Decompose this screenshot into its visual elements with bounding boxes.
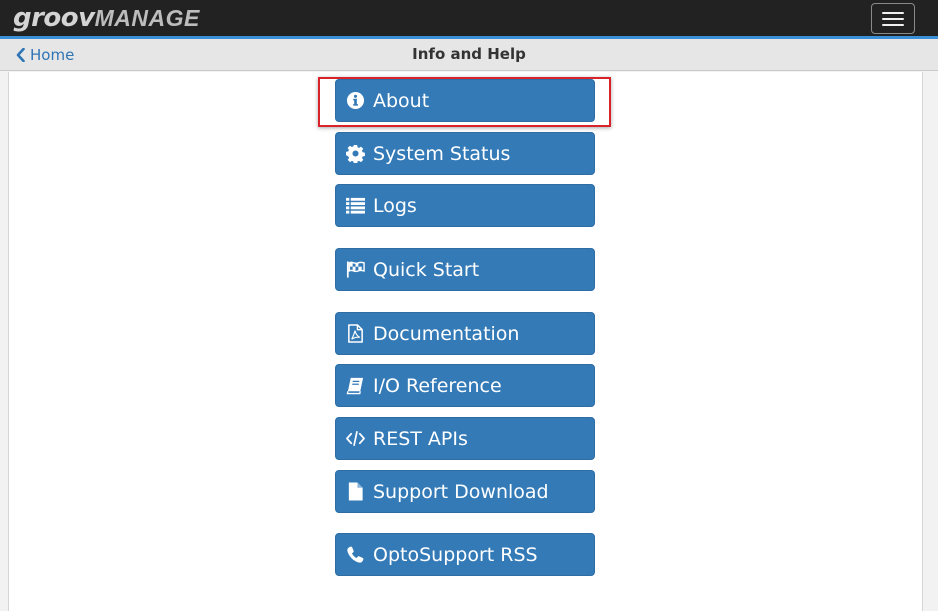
system-status-label: System Status <box>373 142 511 165</box>
about-button[interactable]: About <box>335 79 595 122</box>
about-label: About <box>373 89 430 112</box>
quick-start-label: Quick Start <box>373 258 480 281</box>
top-bar: groovMANAGE <box>0 0 938 36</box>
phone-icon <box>336 533 373 576</box>
hamburger-icon <box>882 11 904 14</box>
code-icon <box>336 417 373 460</box>
logs-label: Logs <box>373 194 417 217</box>
info-circle-icon <box>336 79 373 122</box>
book-icon <box>336 364 373 407</box>
optosupport-rss-button[interactable]: OptoSupport RSS <box>335 533 595 576</box>
quick-start-button[interactable]: Quick Start <box>335 248 595 291</box>
documentation-button[interactable]: Documentation <box>335 312 595 355</box>
checkered-flag-icon <box>336 248 373 291</box>
support-download-button[interactable]: Support Download <box>335 470 595 513</box>
gear-icon <box>336 132 373 175</box>
rest-apis-label: REST APIs <box>373 427 468 450</box>
io-reference-button[interactable]: I/O Reference <box>335 364 595 407</box>
logs-button[interactable]: Logs <box>335 184 595 227</box>
nav-bar: Home Info and Help <box>0 39 938 71</box>
support-download-label: Support Download <box>373 480 549 503</box>
system-status-button[interactable]: System Status <box>335 132 595 175</box>
rest-apis-button[interactable]: REST APIs <box>335 417 595 460</box>
io-reference-label: I/O Reference <box>373 374 502 397</box>
groov-manage-logo: groovMANAGE <box>13 3 200 33</box>
optosupport-rss-label: OptoSupport RSS <box>373 543 538 566</box>
file-icon <box>336 470 373 513</box>
list-icon <box>336 184 373 227</box>
pdf-file-icon <box>336 312 373 355</box>
page-title: Info and Help <box>412 45 526 63</box>
documentation-label: Documentation <box>373 322 520 345</box>
hamburger-menu-button[interactable] <box>871 3 915 34</box>
